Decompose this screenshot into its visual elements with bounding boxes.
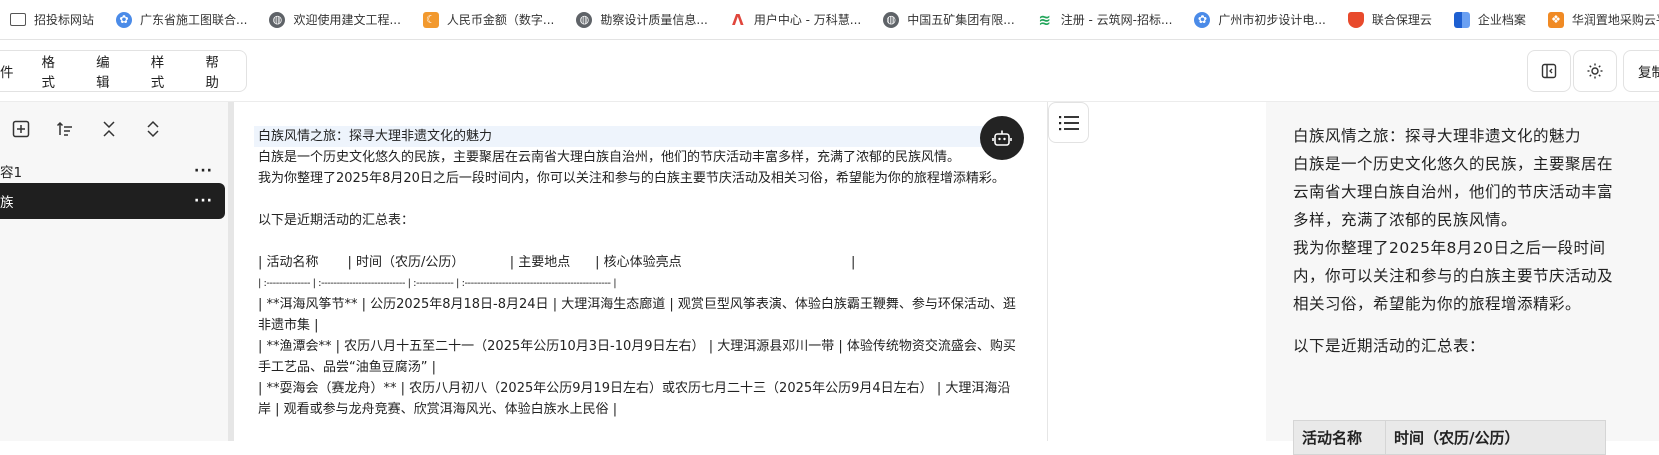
more-icon[interactable]: ··· bbox=[194, 193, 213, 209]
bookmark-12[interactable]: ❖华润置地采购云平台 bbox=[1538, 0, 1659, 39]
list-icon bbox=[1058, 115, 1079, 130]
ai-assistant-button[interactable] bbox=[980, 116, 1024, 160]
red-a-icon: Λ bbox=[732, 10, 744, 29]
bookmark-11[interactable]: 企业档案 bbox=[1444, 0, 1538, 39]
preview-paragraph: 我为你整理了2025年8月20日之后一段时间内，你可以关注和参与的白族主要节庆活… bbox=[1293, 239, 1614, 313]
editor-line: 我为你整理了2025年8月20日之后一段时间内，你可以关注和参与的白族主要节庆活… bbox=[258, 171, 1005, 186]
preview-paragraph: 白族是一个历史文化悠久的民族，主要聚居在云南省大理白族自治州，他们的节庆活动丰富… bbox=[1293, 155, 1614, 229]
menu-bar: 件 格式 编辑 样式 帮助 bbox=[0, 50, 247, 92]
shield-icon bbox=[1347, 11, 1364, 28]
editor-line: 白族风情之旅：探寻大理非遗文化的魅力 bbox=[254, 126, 994, 147]
menu-help[interactable]: 帮助 bbox=[191, 51, 246, 91]
sidebar-item-label: 容1 bbox=[0, 165, 23, 181]
bookmark-2[interactable]: ✿ 广东省施工图联合... bbox=[106, 0, 259, 39]
collapse-all-button[interactable] bbox=[94, 114, 124, 144]
theme-toggle-button[interactable] bbox=[1573, 50, 1617, 92]
menu-edit[interactable]: 编辑 bbox=[82, 51, 137, 91]
sort-button[interactable] bbox=[50, 114, 80, 144]
preview-gutter bbox=[1048, 102, 1266, 441]
copy-button[interactable]: 复制 bbox=[1623, 50, 1659, 92]
green-wave-icon: ≋ bbox=[1038, 10, 1051, 29]
orange-moon-icon: ☾ bbox=[422, 11, 439, 28]
sort-icon bbox=[56, 121, 72, 136]
menu-file[interactable]: 件 bbox=[0, 61, 28, 81]
sidebar-resize-handle[interactable] bbox=[228, 102, 234, 441]
editor-blank-line bbox=[258, 189, 1018, 210]
menu-style[interactable]: 样式 bbox=[137, 51, 192, 91]
collapse-icon bbox=[103, 121, 115, 137]
editor-line: | :-------------- | :-------------------… bbox=[258, 278, 617, 289]
blue-flower-icon: ✿ bbox=[1194, 11, 1211, 28]
editor-line: 白族是一个历史文化悠久的民族，主要聚居在云南省大理白族自治州，他们的节庆活动丰富… bbox=[258, 150, 961, 165]
markdown-preview: 白族风情之旅：探寻大理非遗文化的魅力 白族是一个历史文化悠久的民族，主要聚居在云… bbox=[1266, 102, 1659, 455]
bookmark-7[interactable]: ◍ 中国五矿集团有限... bbox=[873, 0, 1026, 39]
editor-line: | **渔潭会** | 农历八月十五至二十一（2025年公历10月3日-10月9… bbox=[258, 339, 1016, 375]
table-header: 时间（农历/公历） bbox=[1385, 420, 1606, 455]
sidebar: 容1 ··· 族 ··· bbox=[0, 102, 234, 441]
orange-icon: ❖ bbox=[1547, 11, 1564, 28]
bookmarks-bar: 招投标网站 ✿ 广东省施工图联合... ◍ 欢迎使用建文工程... ☾ 人民币金额（数… bbox=[0, 0, 1659, 40]
sidebar-toggle-icon bbox=[1541, 63, 1557, 79]
sidebar-item-label: 族 bbox=[0, 195, 14, 211]
more-icon[interactable]: ··· bbox=[194, 163, 213, 179]
bookmark-1[interactable]: 招投标网站 bbox=[0, 0, 106, 39]
bookmark-5[interactable]: ◍ 勘察设计质量信息... bbox=[566, 0, 719, 39]
bookmark-4[interactable]: ☾ 人民币金额（数字... bbox=[413, 0, 566, 39]
globe-icon: ◍ bbox=[269, 11, 286, 28]
expand-icon bbox=[147, 120, 159, 138]
bookmark-6[interactable]: Λ 用户中心 - 万科慧... bbox=[720, 0, 873, 39]
folder-icon bbox=[10, 13, 26, 26]
sun-icon bbox=[1587, 63, 1603, 79]
bookmark-3[interactable]: ◍ 欢迎使用建文工程... bbox=[259, 0, 412, 39]
bookmark-9[interactable]: ✿ 广州市初步设计电... bbox=[1184, 0, 1337, 39]
editor-content[interactable]: 白族风情之旅：探寻大理非遗文化的魅力 白族是一个历史文化悠久的民族，主要聚居在云… bbox=[254, 126, 1018, 420]
add-icon bbox=[12, 120, 30, 138]
globe-icon: ◍ bbox=[883, 11, 900, 28]
editor-line: 以下是近期活动的汇总表： bbox=[258, 213, 415, 228]
add-doc-button[interactable] bbox=[6, 114, 36, 144]
blue-flower-icon: ✿ bbox=[116, 11, 133, 28]
markdown-editor[interactable]: 白族风情之旅：探寻大理非遗文化的魅力 白族是一个历史文化悠久的民族，主要聚居在云… bbox=[235, 102, 1048, 441]
preview-paragraph: 以下是近期活动的汇总表： bbox=[1293, 337, 1486, 355]
robot-icon bbox=[992, 130, 1012, 146]
table-header: 活动名称 bbox=[1293, 420, 1386, 455]
preview-content: 白族风情之旅：探寻大理非遗文化的魅力 白族是一个历史文化悠久的民族，主要聚居在云… bbox=[1293, 122, 1613, 360]
bookmark-10[interactable]: 联合保理云 bbox=[1338, 0, 1444, 39]
editor-blank-line bbox=[258, 231, 1018, 252]
sidebar-item-active[interactable]: 族 ··· bbox=[0, 183, 225, 219]
preview-table: 活动名称 时间（农历/公历） bbox=[1293, 420, 1606, 455]
toggle-sidebar-button[interactable] bbox=[1527, 50, 1571, 92]
globe-icon: ◍ bbox=[576, 11, 593, 28]
expand-all-button[interactable] bbox=[138, 114, 168, 144]
editor-line: | 活动名称 | 时间（农历/公历） | 主要地点 | 核心体验亮点 | bbox=[258, 255, 856, 270]
preview-spacer bbox=[1293, 318, 1613, 332]
editor-line: | **耍海会（赛龙舟）** | 农历八月初八（2025年公历9月19日左右）或… bbox=[258, 381, 1011, 417]
stripe-icon bbox=[1453, 11, 1470, 28]
menu-format[interactable]: 格式 bbox=[28, 51, 83, 91]
preview-title: 白族风情之旅：探寻大理非遗文化的魅力 bbox=[1293, 127, 1582, 145]
outline-button[interactable] bbox=[1048, 102, 1089, 143]
bookmark-8[interactable]: ≋ 注册 - 云筑网-招标... bbox=[1027, 0, 1185, 39]
sidebar-toolbar bbox=[0, 114, 232, 144]
editor-line: | **洱海风筝节** | 公历2025年8月18日-8月24日 | 大理洱海生… bbox=[258, 297, 1016, 333]
